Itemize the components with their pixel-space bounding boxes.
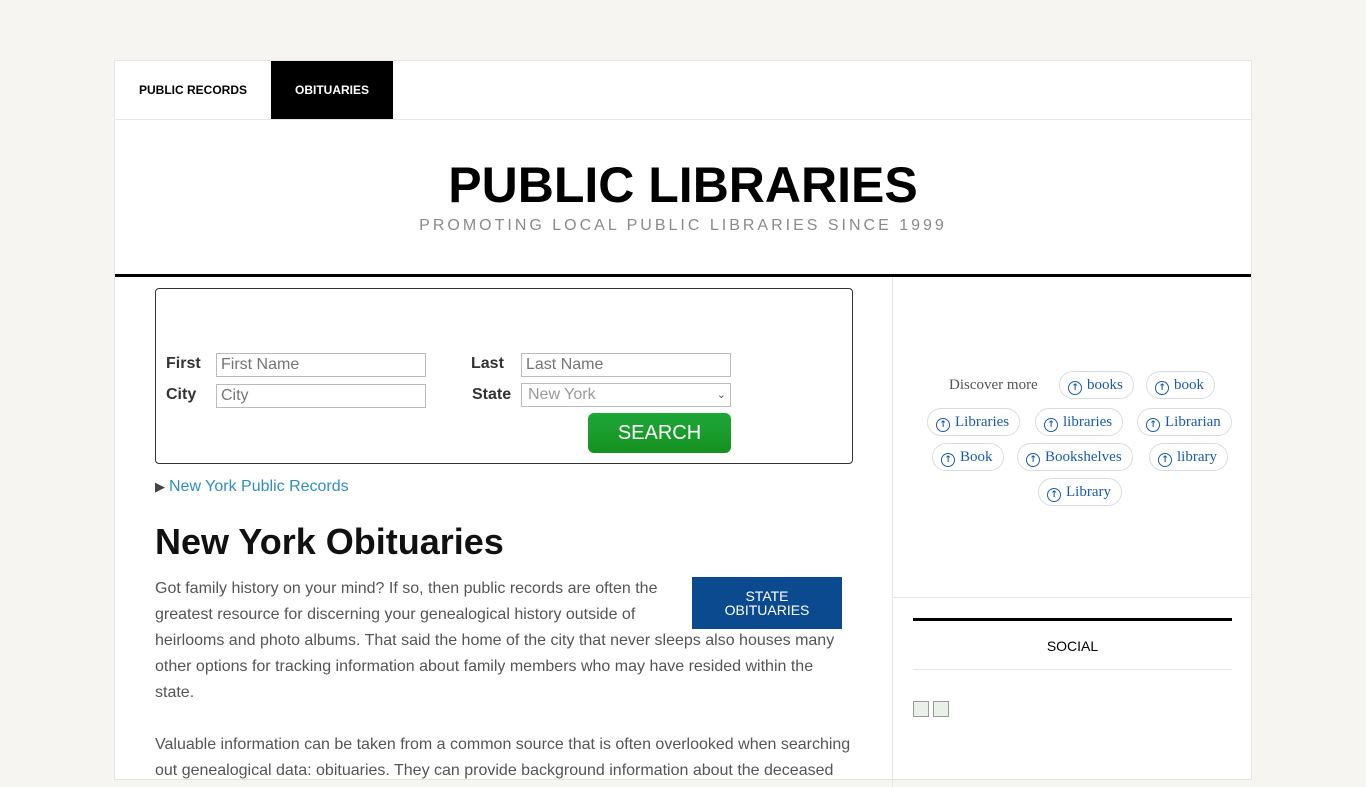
nav-obituaries[interactable]: OBITUARIES xyxy=(271,61,393,119)
chip-library-cap[interactable]: ↑ Library xyxy=(1038,478,1122,506)
first-name-input[interactable] xyxy=(216,353,426,377)
site-header: PUBLIC LIBRARIES PROMOTING LOCAL PUBLIC … xyxy=(115,120,1251,277)
chip-label: Libraries xyxy=(955,414,1010,430)
social-heading: SOCIAL xyxy=(1046,638,1099,654)
chip-label: books xyxy=(1087,377,1123,393)
arrow-up-circle-icon: ↑ xyxy=(1146,418,1160,432)
city-label: City xyxy=(166,386,197,403)
top-nav: PUBLIC RECORDS OBITUARIES xyxy=(115,61,1251,120)
chip-label: Book xyxy=(960,449,993,465)
chip-library[interactable]: ↑ library xyxy=(1149,443,1228,471)
social-image-icon[interactable] xyxy=(913,701,929,717)
arrow-up-circle-icon: ↑ xyxy=(1044,418,1058,432)
chip-label: book xyxy=(1174,377,1204,393)
discover-more-label: Discover more xyxy=(949,377,1038,393)
site-tagline: PROMOTING LOCAL PUBLIC LIBRARIES SINCE 1… xyxy=(419,217,947,234)
state-select[interactable]: New York ⌄ xyxy=(521,383,731,407)
arrow-up-circle-icon: ↑ xyxy=(1068,381,1082,395)
sidebar: Discover more ↑ books ↑ book ↑ Libraries ↑ l… xyxy=(893,277,1251,787)
ny-public-records-text: New York Public Records xyxy=(169,478,349,495)
nav-public-records[interactable]: PUBLIC RECORDS xyxy=(115,61,271,119)
arrow-up-circle-icon: ↑ xyxy=(936,418,950,432)
chip-book[interactable]: ↑ book xyxy=(1146,371,1215,399)
chip-label: Bookshelves xyxy=(1045,449,1122,465)
chip-label: Library xyxy=(1066,484,1111,500)
chip-librarian[interactable]: ↑ Librarian xyxy=(1137,408,1232,436)
page-container: PUBLIC RECORDS OBITUARIES PUBLIC LIBRARI… xyxy=(114,60,1252,787)
chip-libraries-lower[interactable]: ↑ libraries xyxy=(1035,408,1124,436)
search-button[interactable]: SEARCH xyxy=(588,413,731,453)
state-select-value: New York xyxy=(528,386,596,403)
sidebar-divider xyxy=(893,597,1251,598)
chip-libraries[interactable]: ↑ Libraries xyxy=(927,408,1021,436)
chip-label: libraries xyxy=(1063,414,1113,430)
social-underline xyxy=(913,669,1232,670)
chip-bookshelves[interactable]: ↑ Bookshelves xyxy=(1017,443,1133,471)
second-paragraph: Valuable information can be taken from a… xyxy=(155,736,851,779)
first-name-label: First xyxy=(166,355,201,372)
state-label: State xyxy=(472,386,512,403)
main-content: First Last City State New York ⌄ SEARCH … xyxy=(115,277,893,787)
chip-books[interactable]: ↑ books xyxy=(1059,371,1134,399)
chip-label: Librarian xyxy=(1165,414,1221,430)
page-heading: New York Obituaries xyxy=(155,521,504,562)
arrow-up-circle-icon: ↑ xyxy=(1026,453,1040,467)
site-title[interactable]: PUBLIC LIBRARIES xyxy=(115,156,1251,214)
intro-paragraph-cont: heirlooms and photo albums. That said th… xyxy=(155,632,835,701)
chip-book-cap[interactable]: ↑ Book xyxy=(932,443,1004,471)
arrow-up-circle-icon: ↑ xyxy=(1047,488,1061,502)
chevron-down-icon: ⌄ xyxy=(716,389,726,401)
arrow-up-circle-icon: ↑ xyxy=(941,453,955,467)
last-name-input[interactable] xyxy=(521,353,731,377)
arrow-up-circle-icon: ↑ xyxy=(1158,453,1172,467)
state-obituaries-button[interactable]: STATE OBITUARIES xyxy=(692,577,842,629)
search-form: First Last City State New York ⌄ SEARCH xyxy=(155,288,853,464)
chip-label: library xyxy=(1177,449,1217,465)
arrow-up-circle-icon: ↑ xyxy=(1155,381,1169,395)
city-input[interactable] xyxy=(216,384,426,408)
social-image-icon[interactable] xyxy=(933,701,949,717)
intro-paragraph: Got family history on your mind? If so, … xyxy=(155,580,658,623)
social-top-border xyxy=(913,618,1232,621)
state-button-line2: OBITUARIES xyxy=(724,602,810,618)
triangle-right-icon: ▶ xyxy=(155,479,165,494)
last-name-label: Last xyxy=(471,355,504,372)
ny-public-records-link[interactable]: ▶ New York Public Records xyxy=(155,478,349,496)
